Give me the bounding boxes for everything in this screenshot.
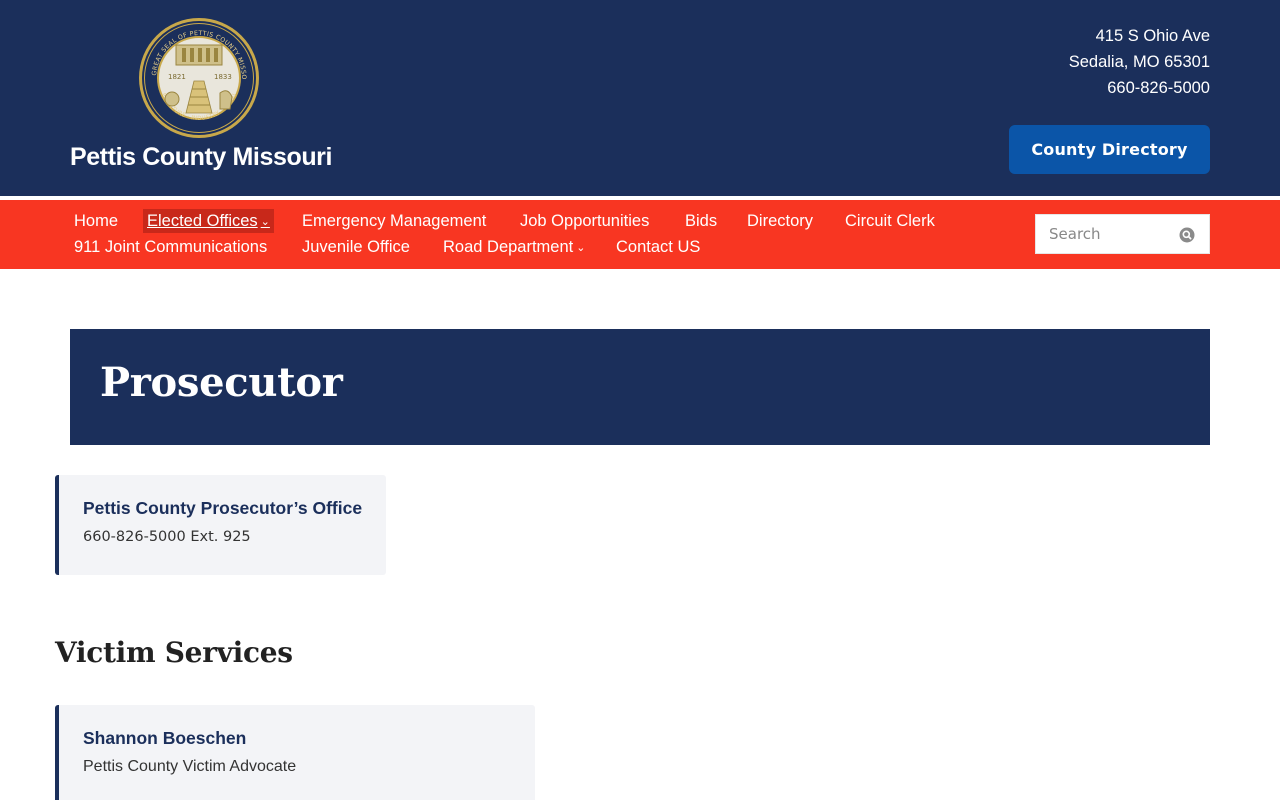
- svg-text:1833: 1833: [214, 73, 232, 81]
- nav-item-label: Contact US: [616, 238, 701, 256]
- nav-item-label: Juvenile Office: [302, 238, 410, 256]
- site-title[interactable]: Pettis County Missouri: [70, 143, 332, 172]
- victim-advocate-card: Shannon Boeschen Pettis County Victim Ad…: [55, 705, 535, 800]
- page-title-banner: Prosecutor: [70, 329, 1210, 445]
- county-directory-button[interactable]: County Directory: [1009, 125, 1210, 174]
- search-input[interactable]: [1036, 215, 1176, 253]
- advocate-role: Pettis County Victim Advocate: [83, 758, 297, 775]
- nav-item-label: Circuit Clerk: [845, 212, 935, 230]
- contact-street: 415 S Ohio Ave: [1095, 27, 1210, 45]
- nav-item-elected-offices[interactable]: Elected Offices ⌄: [143, 209, 274, 233]
- search-box: [1035, 214, 1210, 254]
- nav-item-label: Elected Offices: [147, 212, 258, 230]
- nav-item-emergency-management[interactable]: Emergency Management: [302, 209, 486, 233]
- office-phone[interactable]: 660-826-5000 Ext. 925: [83, 529, 251, 545]
- office-contact-card: Pettis County Prosecutor’s Office 660-82…: [55, 475, 386, 575]
- nav-item-911-joint-communications[interactable]: 911 Joint Communications: [74, 235, 267, 259]
- page-title: Prosecutor: [100, 359, 343, 406]
- header-contact-info: 415 S Ohio Ave Sedalia, MO 65301 660-826…: [1069, 23, 1210, 101]
- nav-item-label: Job Opportunities: [520, 212, 650, 230]
- nav-item-label: Road Department: [443, 238, 574, 256]
- nav-item-contact-us[interactable]: Contact US: [616, 235, 700, 259]
- contact-city: Sedalia, MO 65301: [1068, 53, 1210, 71]
- nav-item-label: Home: [74, 212, 119, 230]
- nav-item-home[interactable]: Home: [74, 209, 118, 233]
- county-seal-logo[interactable]: THE GREAT SEAL OF PETTIS COUNTY MISSOURI…: [135, 12, 260, 139]
- nav-item-label: Bids: [685, 212, 718, 230]
- nav-item-label: 911 Joint Communications: [74, 238, 268, 256]
- nav-item-juvenile-office[interactable]: Juvenile Office: [302, 235, 410, 259]
- office-name: Pettis County Prosecutor’s Office: [83, 498, 363, 518]
- nav-item-bids[interactable]: Bids: [685, 209, 717, 233]
- contact-phone[interactable]: 660-826-5000: [1069, 75, 1210, 101]
- search-icon[interactable]: [1179, 227, 1195, 243]
- chevron-down-icon: ⌄: [260, 216, 270, 228]
- nav-item-label: Emergency Management: [302, 212, 487, 230]
- site-header: THE GREAT SEAL OF PETTIS COUNTY MISSOURI…: [0, 0, 1280, 196]
- svg-text:1821: 1821: [168, 73, 186, 81]
- nav-item-circuit-clerk[interactable]: Circuit Clerk: [845, 209, 935, 233]
- nav-item-job-opportunities[interactable]: Job Opportunities: [520, 209, 649, 233]
- chevron-down-icon: ⌄: [576, 242, 586, 254]
- nav-item-directory[interactable]: Directory: [747, 209, 813, 233]
- county-seal-icon: THE GREAT SEAL OF PETTIS COUNTY MISSOURI…: [135, 12, 259, 138]
- section-title-victim-services: Victim Services: [55, 636, 293, 669]
- nav-item-road-department[interactable]: Road Department ⌄: [443, 235, 585, 259]
- nav-item-label: Directory: [747, 212, 814, 230]
- advocate-name: Shannon Boeschen: [83, 728, 247, 748]
